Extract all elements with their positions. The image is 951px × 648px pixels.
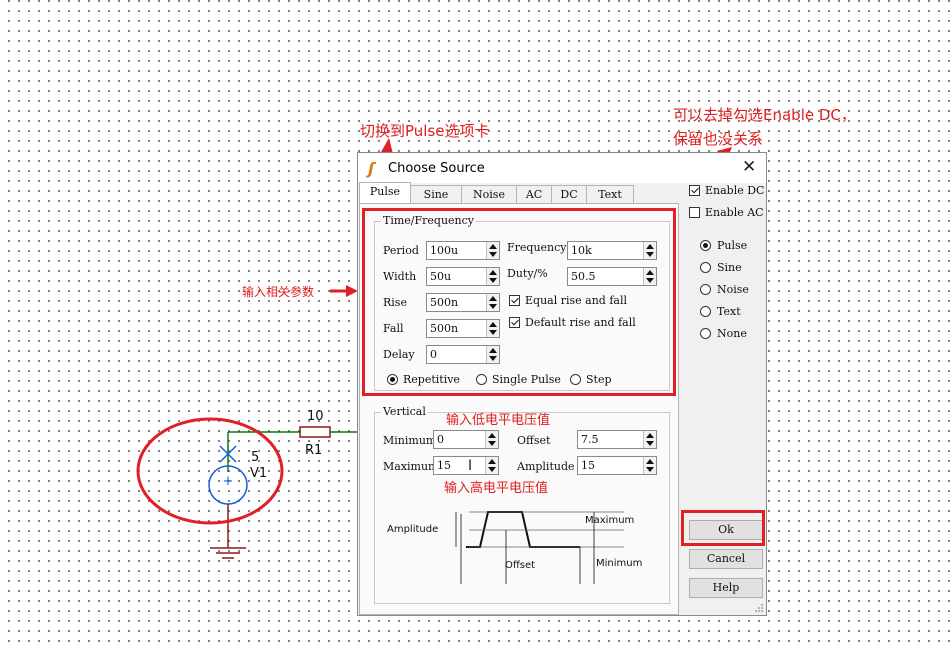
dialog-titlebar[interactable]: ʃ Choose Source ✕ bbox=[358, 153, 766, 183]
minimum-field[interactable]: 0 bbox=[433, 430, 499, 449]
diagram-offset-label: Offset bbox=[505, 560, 536, 571]
tab-text[interactable]: Text bbox=[586, 185, 634, 203]
type-none-label: None bbox=[717, 327, 747, 340]
resistor-r1 bbox=[299, 426, 331, 438]
resize-grip-icon[interactable] bbox=[754, 603, 764, 613]
amplitude-label: Amplitude bbox=[517, 460, 575, 473]
low-voltage-hint: 输入低电平电压值 bbox=[446, 413, 551, 428]
vertical-label: Vertical bbox=[381, 405, 428, 418]
ok-button-highlight bbox=[681, 510, 765, 546]
type-pulse-label: Pulse bbox=[717, 239, 748, 252]
tab-hint-text: 切换到Pulse选项卡 bbox=[360, 122, 490, 140]
tab-noise[interactable]: Noise bbox=[461, 185, 517, 203]
type-sine-radio[interactable] bbox=[700, 262, 711, 273]
maximum-field[interactable]: 15 bbox=[433, 456, 499, 475]
type-pulse-radio[interactable] bbox=[700, 240, 711, 251]
diagram-minimum-label: Minimum bbox=[596, 558, 643, 569]
help-button[interactable]: Help bbox=[689, 578, 763, 598]
tab-ac[interactable]: AC bbox=[516, 185, 552, 203]
source-value: 5 bbox=[251, 450, 260, 465]
enable-dc-checkbox[interactable] bbox=[689, 185, 700, 196]
enable-ac-label: Enable AC bbox=[705, 206, 764, 219]
type-noise-label: Noise bbox=[717, 283, 749, 296]
offset-label: Offset bbox=[517, 434, 551, 447]
dialog-title: Choose Source bbox=[388, 161, 485, 176]
enable-ac-checkbox[interactable] bbox=[689, 207, 700, 218]
enable-dc-hint-text-1: 可以去掉勾选Enable DC， bbox=[673, 106, 856, 124]
tab-dc[interactable]: DC bbox=[551, 185, 587, 203]
enable-dc-hint-text-2: 保留也没关系 bbox=[673, 130, 764, 148]
diagram-maximum-label: Maximum bbox=[585, 515, 635, 526]
app-icon: ʃ bbox=[368, 159, 375, 178]
pulse-waveform bbox=[466, 511, 580, 548]
maximum-label: Maximum bbox=[383, 460, 439, 473]
text-cursor-icon: I bbox=[468, 458, 473, 474]
close-icon[interactable]: ✕ bbox=[742, 157, 756, 177]
tab-sine[interactable]: Sine bbox=[410, 185, 462, 203]
amplitude-field[interactable]: 15 bbox=[577, 456, 657, 475]
source-name: V1 bbox=[250, 466, 268, 481]
resistor-name: R1 bbox=[305, 443, 323, 458]
type-sine-label: Sine bbox=[717, 261, 742, 274]
offset-field[interactable]: 7.5 bbox=[577, 430, 657, 449]
pulse-waveform-diagram bbox=[455, 511, 624, 584]
cancel-button[interactable]: Cancel bbox=[689, 549, 763, 569]
resistor-value: 10 bbox=[307, 409, 324, 424]
type-none-radio[interactable] bbox=[700, 328, 711, 339]
type-noise-radio[interactable] bbox=[700, 284, 711, 295]
high-voltage-hint: 输入高电平电压值 bbox=[444, 481, 549, 496]
params-hint-text: 输入相关参数 bbox=[242, 285, 315, 299]
type-text-label: Text bbox=[717, 305, 741, 318]
type-text-radio[interactable] bbox=[700, 306, 711, 317]
diagram-amplitude-label: Amplitude bbox=[387, 524, 439, 535]
minimum-label: Minimum bbox=[383, 434, 437, 447]
enable-dc-label: Enable DC bbox=[705, 184, 765, 197]
time-frequency-highlight bbox=[362, 208, 676, 396]
tab-pulse[interactable]: Pulse bbox=[359, 182, 411, 203]
svg-text:+: + bbox=[223, 474, 234, 489]
